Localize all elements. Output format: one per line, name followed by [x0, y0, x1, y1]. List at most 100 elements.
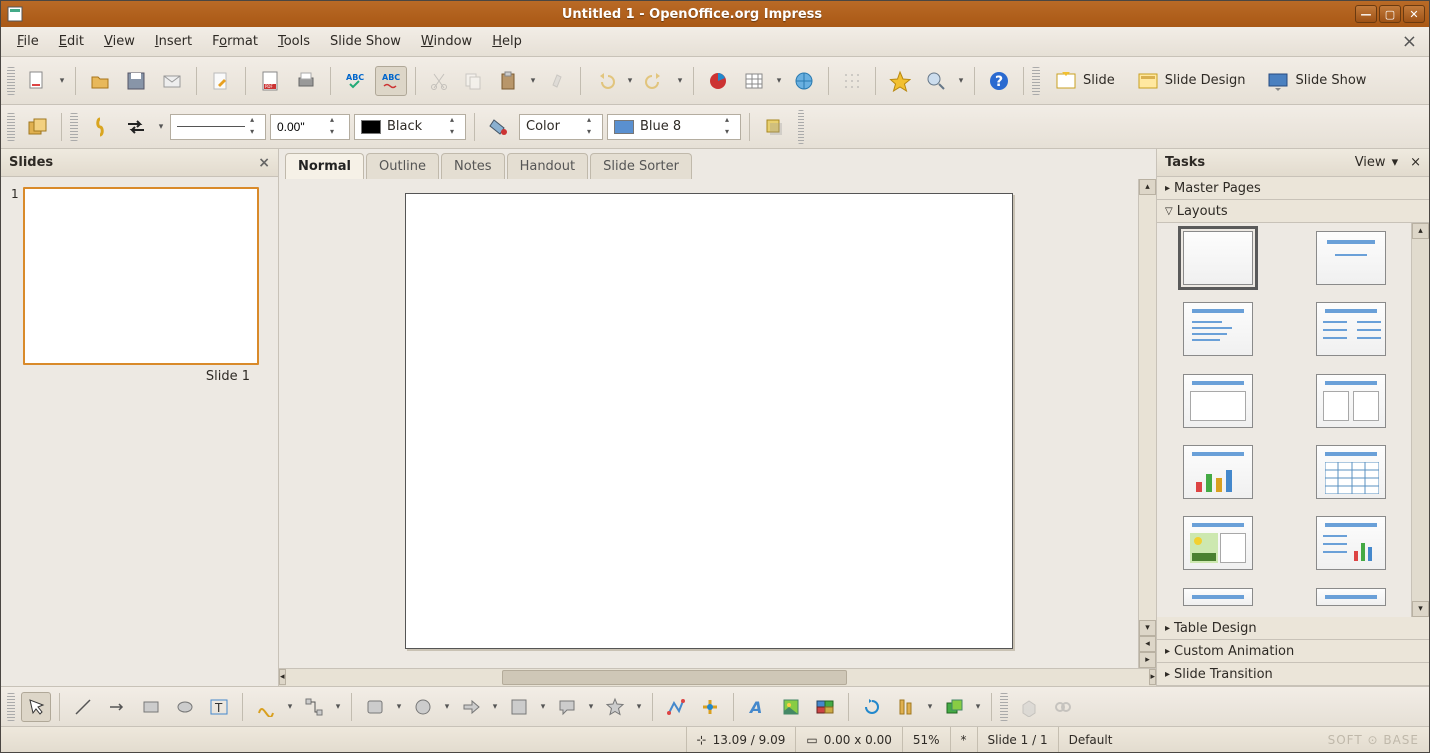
hscroll-thumb[interactable]	[502, 670, 848, 685]
layout-title-table[interactable]	[1316, 445, 1386, 499]
extrusion-button[interactable]	[1014, 692, 1044, 722]
menu-window[interactable]: Window	[411, 30, 482, 53]
close-document-button[interactable]: ×	[1396, 31, 1423, 52]
interaction-button[interactable]	[1048, 692, 1078, 722]
tab-notes[interactable]: Notes	[441, 153, 505, 179]
area-fill-button[interactable]	[483, 112, 515, 142]
section-master-pages[interactable]: ▸Master Pages	[1157, 177, 1429, 199]
select-tool-button[interactable]	[21, 692, 51, 722]
slide-thumbnail-1[interactable]: 1	[11, 187, 268, 365]
help-button[interactable]: ?	[983, 66, 1015, 96]
paste-dropdown[interactable]: ▾	[528, 76, 538, 86]
alignment-button[interactable]	[891, 692, 921, 722]
arrange-button[interactable]	[21, 112, 53, 142]
connector-dropdown[interactable]: ▾	[333, 702, 343, 712]
slide-design-button[interactable]: Slide Design	[1128, 64, 1255, 98]
arrange-dropdown[interactable]: ▾	[973, 702, 983, 712]
scroll-up-icon[interactable]: ▴	[1139, 179, 1156, 195]
minimize-button[interactable]: —	[1355, 5, 1377, 23]
spellcheck-button[interactable]: ABC	[339, 66, 371, 96]
toolbar-grip[interactable]	[7, 67, 15, 95]
email-button[interactable]	[156, 66, 188, 96]
table-button[interactable]	[738, 66, 770, 96]
basic-shapes-button[interactable]	[360, 692, 390, 722]
ellipse-tool-button[interactable]	[170, 692, 200, 722]
rectangle-tool-button[interactable]	[136, 692, 166, 722]
section-layouts[interactable]: ▽Layouts	[1157, 200, 1429, 222]
format-paintbrush-button[interactable]	[542, 66, 572, 96]
arrow-style-button[interactable]	[120, 112, 152, 142]
text-tool-button[interactable]: T	[204, 692, 234, 722]
toolbar-overflow[interactable]	[798, 110, 804, 144]
layout-blank[interactable]	[1183, 231, 1253, 285]
symbol-shapes-dropdown[interactable]: ▾	[442, 702, 452, 712]
layout-title-text-chart[interactable]	[1316, 516, 1386, 570]
gluepoints-button[interactable]	[695, 692, 725, 722]
callouts-button[interactable]	[552, 692, 582, 722]
tab-slide-sorter[interactable]: Slide Sorter	[590, 153, 692, 179]
maximize-button[interactable]: ▢	[1379, 5, 1401, 23]
export-pdf-button[interactable]: PDF	[254, 66, 286, 96]
layout-extra-1[interactable]	[1183, 588, 1253, 606]
connector-tool-button[interactable]	[299, 692, 329, 722]
zoom-dropdown[interactable]: ▾	[956, 76, 966, 86]
redo-dropdown[interactable]: ▾	[675, 76, 685, 86]
points-button[interactable]	[661, 692, 691, 722]
basic-shapes-dropdown[interactable]: ▾	[394, 702, 404, 712]
section-custom-animation[interactable]: ▸Custom Animation	[1157, 640, 1429, 662]
symbol-shapes-button[interactable]	[408, 692, 438, 722]
toolbar-grip-3[interactable]	[7, 113, 15, 141]
line-style-select[interactable]: ▴▾	[170, 114, 266, 140]
alignment-dropdown[interactable]: ▾	[925, 702, 935, 712]
horizontal-scrollbar[interactable]: ◂ ▸	[279, 668, 1156, 686]
paste-button[interactable]	[492, 66, 524, 96]
canvas-viewport[interactable]	[279, 179, 1138, 668]
zoom-button[interactable]	[920, 66, 952, 96]
flowchart-button[interactable]	[504, 692, 534, 722]
layout-title-two-box[interactable]	[1316, 374, 1386, 428]
layout-title-chart[interactable]	[1183, 445, 1253, 499]
menu-tools[interactable]: Tools	[268, 30, 320, 53]
menu-slideshow[interactable]: Slide Show	[320, 30, 411, 53]
slides-panel-close-icon[interactable]: ×	[258, 155, 270, 171]
edit-file-button[interactable]	[205, 66, 237, 96]
tab-normal[interactable]: Normal	[285, 153, 364, 179]
save-button[interactable]	[120, 66, 152, 96]
arrow-style-dropdown[interactable]: ▾	[156, 122, 166, 132]
chart-button[interactable]	[702, 66, 734, 96]
toolbar-grip-4[interactable]	[70, 113, 78, 141]
copy-button[interactable]	[458, 66, 488, 96]
menu-help[interactable]: Help	[482, 30, 532, 53]
gallery-button[interactable]	[810, 692, 840, 722]
curve-tool-button[interactable]	[251, 692, 281, 722]
from-file-button[interactable]	[776, 692, 806, 722]
toolbar-grip-5[interactable]	[7, 693, 15, 721]
prev-slide-icon[interactable]: ◂	[1139, 636, 1156, 652]
rotate-button[interactable]	[857, 692, 887, 722]
slide-button[interactable]: Slide	[1046, 64, 1124, 98]
menu-file[interactable]: Filedocument.currentScript.previousSibli…	[7, 30, 49, 53]
layouts-scroll-up-icon[interactable]: ▴	[1412, 223, 1429, 239]
toolbar-grip-2[interactable]	[1032, 67, 1040, 95]
shadow-button[interactable]	[758, 112, 790, 142]
line-tool-button[interactable]	[68, 692, 98, 722]
print-button[interactable]	[290, 66, 322, 96]
stars-button[interactable]	[600, 692, 630, 722]
layout-title-content[interactable]	[1183, 302, 1253, 356]
menu-format[interactable]: Format	[202, 30, 268, 53]
flowchart-dropdown[interactable]: ▾	[538, 702, 548, 712]
block-arrows-dropdown[interactable]: ▾	[490, 702, 500, 712]
autospellcheck-button[interactable]: ABC	[375, 66, 407, 96]
hyperlink-button[interactable]	[788, 66, 820, 96]
line-color-select[interactable]: Black▴▾	[354, 114, 466, 140]
close-window-button[interactable]: ✕	[1403, 5, 1425, 23]
layouts-scroll-down-icon[interactable]: ▾	[1412, 601, 1429, 617]
layout-two-content[interactable]	[1316, 302, 1386, 356]
tab-handout[interactable]: Handout	[507, 153, 589, 179]
tab-outline[interactable]: Outline	[366, 153, 439, 179]
new-dropdown[interactable]: ▾	[57, 76, 67, 86]
fill-type-select[interactable]: Color▴▾	[519, 114, 603, 140]
menu-insert[interactable]: Insert	[145, 30, 202, 53]
grid-button[interactable]	[837, 66, 867, 96]
undo-button[interactable]	[589, 66, 621, 96]
